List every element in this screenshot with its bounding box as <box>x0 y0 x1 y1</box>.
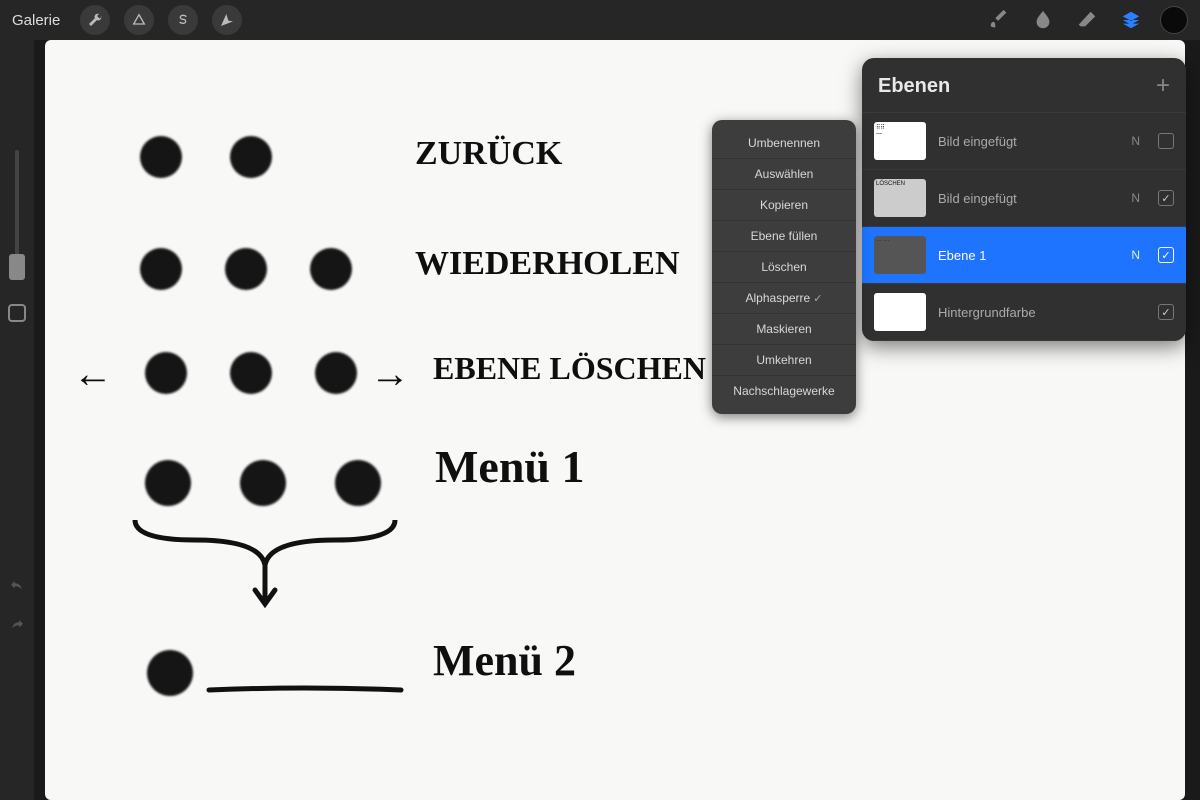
layer-visibility-checkbox[interactable] <box>1158 304 1174 320</box>
layer-blend[interactable]: N <box>1131 248 1140 262</box>
canvas-line <box>205 680 405 700</box>
undo-icon[interactable] <box>8 578 26 601</box>
canvas-brace <box>125 510 405 620</box>
canvas-label: WIEDERHOLEN <box>415 245 680 283</box>
ctx-mask[interactable]: Maskieren <box>712 314 856 345</box>
canvas-label: ZURÜCK <box>415 135 562 173</box>
canvas-dot <box>145 460 191 506</box>
brush-size-thumb[interactable] <box>9 254 25 280</box>
ctx-reference[interactable]: Nachschlagewerke <box>712 376 856 406</box>
top-toolbar: Galerie <box>0 0 1200 40</box>
canvas-arrow-right: → <box>370 350 410 397</box>
ctx-invert[interactable]: Umkehren <box>712 345 856 376</box>
canvas-label: Menü 1 <box>435 440 585 493</box>
layer-row[interactable]: ··· ··· Ebene 1 N <box>862 227 1186 284</box>
canvas-dot <box>315 352 357 394</box>
layer-name: Bild eingefügt <box>938 134 1119 149</box>
ctx-copy[interactable]: Kopieren <box>712 190 856 221</box>
brush-size-slider[interactable] <box>15 150 19 280</box>
canvas-label: Menü 2 <box>433 635 576 686</box>
wrench-icon[interactable] <box>80 5 110 35</box>
layer-name: Bild eingefügt <box>938 191 1119 206</box>
left-sidebar <box>0 40 34 800</box>
layer-blend[interactable]: N <box>1131 134 1140 148</box>
layer-visibility-checkbox[interactable] <box>1158 247 1174 263</box>
layer-thumb: ⠿⠿— <box>874 122 926 160</box>
canvas-dot <box>230 136 272 178</box>
ctx-delete[interactable]: Löschen <box>712 252 856 283</box>
canvas-dot <box>230 352 272 394</box>
color-well[interactable] <box>1160 6 1188 34</box>
ctx-rename[interactable]: Umbenennen <box>712 128 856 159</box>
gallery-link[interactable]: Galerie <box>12 12 60 29</box>
layers-panel: Ebenen + ⠿⠿— Bild eingefügt N LÖSCHEN Bi… <box>862 58 1186 341</box>
ctx-alphalock[interactable]: Alphasperre <box>712 283 856 314</box>
layer-row[interactable]: ⠿⠿— Bild eingefügt N <box>862 113 1186 170</box>
smudge-icon[interactable] <box>1028 5 1058 35</box>
layer-visibility-checkbox[interactable] <box>1158 133 1174 149</box>
brush-icon[interactable] <box>984 5 1014 35</box>
redo-icon[interactable] <box>8 617 26 640</box>
canvas-dot <box>145 352 187 394</box>
canvas-label: EBENE LÖSCHEN <box>433 350 706 387</box>
add-layer-button[interactable]: + <box>1156 74 1170 98</box>
canvas-dot <box>240 460 286 506</box>
eraser-icon[interactable] <box>1072 5 1102 35</box>
layer-thumb: LÖSCHEN <box>874 179 926 217</box>
layer-row[interactable]: Hintergrundfarbe <box>862 284 1186 341</box>
layer-blend[interactable]: N <box>1131 191 1140 205</box>
canvas-dot <box>335 460 381 506</box>
canvas-dot <box>140 136 182 178</box>
transform-arrow-icon[interactable] <box>212 5 242 35</box>
layers-icon[interactable] <box>1116 5 1146 35</box>
layer-name: Hintergrundfarbe <box>938 305 1128 320</box>
canvas-arrow-left: ← <box>73 350 113 397</box>
canvas-dot <box>225 248 267 290</box>
layer-thumb: ··· ··· <box>874 236 926 274</box>
layer-context-menu: Umbenennen Auswählen Kopieren Ebene füll… <box>712 120 856 414</box>
adjust-icon[interactable] <box>124 5 154 35</box>
ctx-select[interactable]: Auswählen <box>712 159 856 190</box>
layers-panel-title: Ebenen <box>878 75 950 98</box>
modify-button[interactable] <box>8 304 26 322</box>
ctx-fill[interactable]: Ebene füllen <box>712 221 856 252</box>
layer-name: Ebene 1 <box>938 248 1119 263</box>
selection-s-icon[interactable] <box>168 5 198 35</box>
layer-thumb <box>874 293 926 331</box>
layer-visibility-checkbox[interactable] <box>1158 190 1174 206</box>
canvas-dot <box>147 650 193 696</box>
canvas-dot <box>140 248 182 290</box>
layer-row[interactable]: LÖSCHEN Bild eingefügt N <box>862 170 1186 227</box>
canvas-dot <box>310 248 352 290</box>
